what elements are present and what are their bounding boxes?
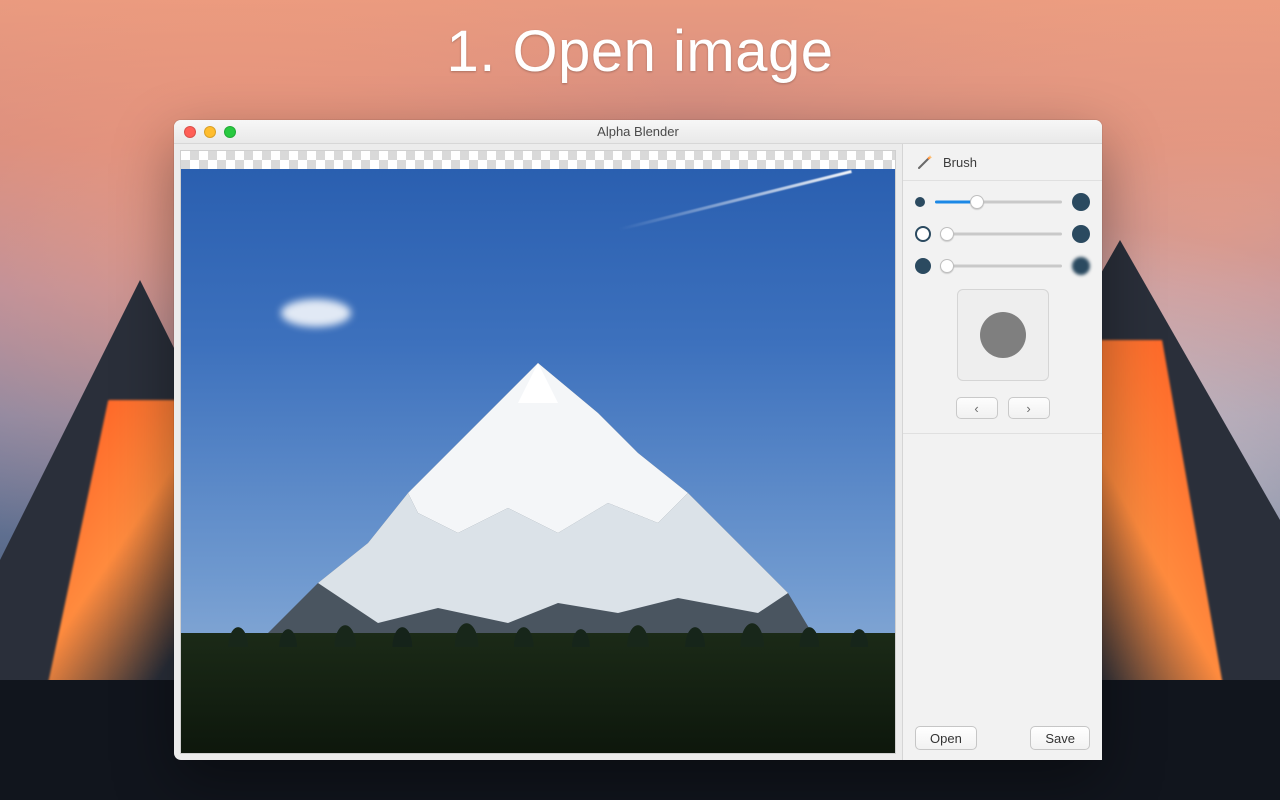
brush-preview — [957, 289, 1049, 381]
tutorial-step-headline: 1. Open image — [0, 18, 1280, 85]
sidebar: Brush — [902, 144, 1102, 760]
redo-button[interactable]: › — [1008, 397, 1050, 419]
brush-icon — [917, 154, 933, 170]
opacity-max-icon — [1072, 225, 1090, 243]
softness-max-icon — [1072, 257, 1090, 275]
brush-softness-slider[interactable] — [941, 258, 1062, 274]
opacity-min-icon — [915, 226, 931, 242]
image-canvas[interactable] — [180, 150, 896, 754]
save-button[interactable]: Save — [1030, 726, 1090, 750]
brush-opacity-slider[interactable] — [941, 226, 1062, 242]
brush-softness-slider-row — [915, 257, 1090, 275]
loaded-image — [181, 169, 895, 753]
window-title: Alpha Blender — [174, 124, 1102, 139]
brush-size-slider-row — [915, 193, 1090, 211]
size-max-icon — [1072, 193, 1090, 211]
brush-opacity-slider-row — [915, 225, 1090, 243]
brush-section-label: Brush — [943, 155, 977, 170]
softness-min-icon — [915, 258, 931, 274]
app-window: Alpha Blender — [174, 120, 1102, 760]
brush-preview-swatch — [980, 312, 1026, 358]
size-min-icon — [915, 197, 925, 207]
window-titlebar[interactable]: Alpha Blender — [174, 120, 1102, 144]
brush-size-slider[interactable] — [935, 194, 1062, 210]
open-button[interactable]: Open — [915, 726, 977, 750]
undo-button[interactable]: ‹ — [956, 397, 998, 419]
transparency-checker — [181, 151, 895, 169]
